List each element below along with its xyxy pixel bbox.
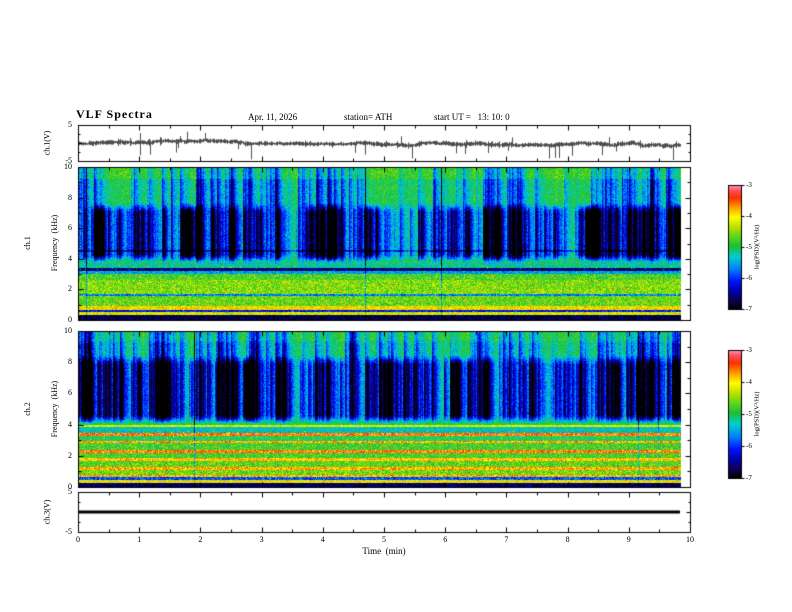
ch1-frequency-axis-label-line1: ch.1 (23, 236, 32, 250)
x-axis-label: Time (min) (362, 546, 406, 556)
x-tick-label: 0 (76, 535, 80, 544)
x-tick-label: 5 (382, 535, 386, 544)
date-label: Apr. 11, 2026 (248, 112, 298, 122)
ch3-voltage-axis-label: ch.3(V) (42, 499, 52, 525)
ch1_spectrogram-ytick-label: 4 (68, 253, 72, 263)
colorbar2-tick-label: -3 (746, 346, 752, 354)
colorbar2-tick-label: -7 (746, 474, 752, 482)
start-ut-label: start UT = 13: 10: 0 (434, 112, 510, 122)
x-tick-label: 7 (504, 535, 509, 544)
ch3_waveform-ytick-label: -5 (65, 527, 72, 536)
ch2_spectrogram-ytick-label: 8 (68, 357, 72, 367)
ch1_spectrogram-ytick-label: 0 (68, 315, 72, 324)
x-tick-label: 10 (686, 535, 694, 544)
colorbar1-tick-label: -4 (746, 212, 752, 220)
x-tick-label: 6 (443, 535, 448, 544)
ch1_spectrogram-ytick-label: 6 (68, 223, 72, 233)
ch1_spectrogram-ytick-label: 2 (68, 284, 72, 294)
colorbar1-tick-label: -7 (746, 305, 752, 313)
colorbar1-tick-label: -5 (746, 243, 752, 251)
colorbar1-tick-label: -3 (746, 181, 752, 189)
colorbar2-tick-label: -6 (746, 442, 752, 450)
x-tick-label: 3 (259, 535, 264, 544)
x-tick-label: 9 (626, 535, 631, 544)
ch1_spectrogram-ytick-label: 10 (64, 162, 72, 171)
x-tick-label: 1 (137, 535, 142, 544)
x-tick-label: 4 (320, 535, 325, 544)
ch2_spectrogram-ytick-label: 0 (68, 482, 72, 491)
ch2-frequency-axis-label-line1: ch.2 (23, 402, 32, 416)
x-tick-label: 2 (198, 535, 203, 544)
colorbar1-tick-label: -6 (746, 274, 752, 282)
station-label: station= ATH (344, 112, 393, 122)
ch1-voltage-axis-label: ch.1(V) (42, 130, 52, 156)
ch2_spectrogram-ytick-label: 2 (68, 450, 72, 460)
spectra-plot-canvas (0, 0, 792, 612)
ch2_spectrogram-ytick-label: 6 (68, 388, 72, 398)
vlf-spectra-figure: VLF Spectra Apr. 11, 2026 station= ATH s… (0, 0, 792, 612)
x-tick-label: 8 (565, 535, 570, 544)
colorbar2-tick-label: -4 (746, 378, 752, 386)
figure-title: VLF Spectra (76, 107, 153, 121)
ch1_spectrogram-ytick-label: 8 (68, 192, 72, 202)
colorbar2-tick-label: -5 (746, 410, 752, 418)
ch1_waveform-ytick-label: 5 (68, 120, 72, 129)
ch2_spectrogram-ytick-label: 10 (64, 326, 72, 335)
ch2_spectrogram-ytick-label: 4 (68, 419, 72, 429)
